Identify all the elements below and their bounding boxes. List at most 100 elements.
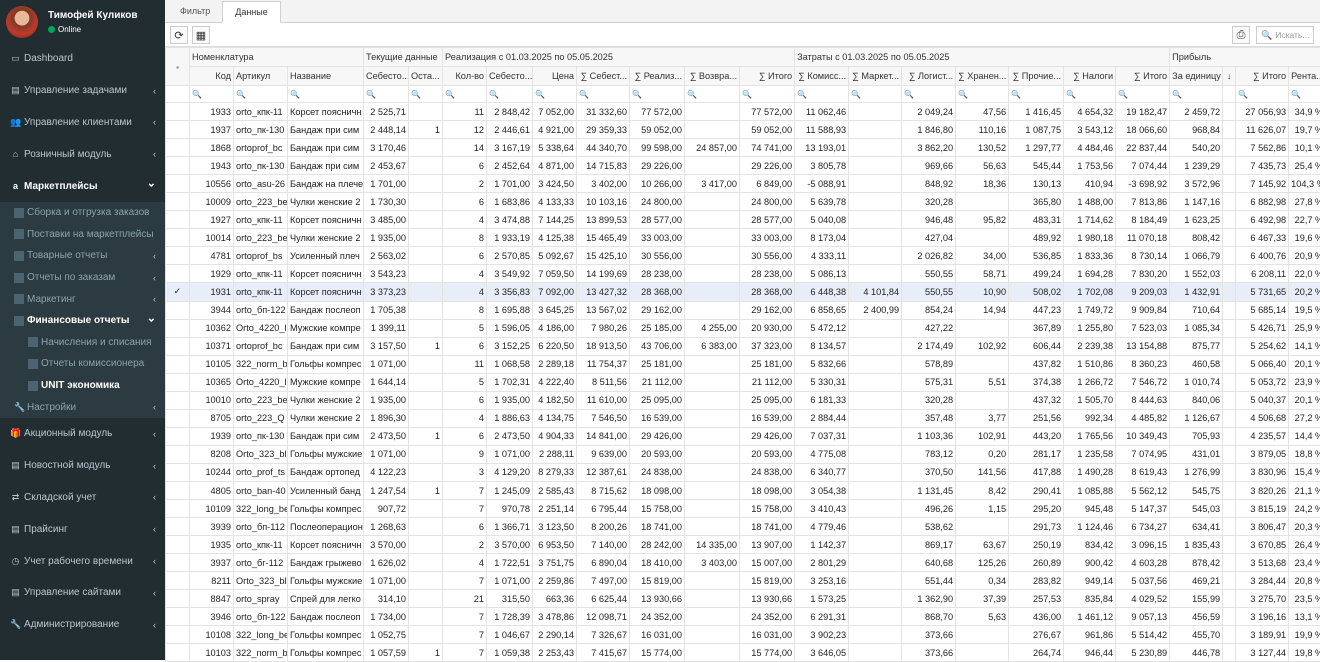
sidebar-item-управление-задачами[interactable]: ▤Управление задачами‹ xyxy=(0,75,165,107)
column-header[interactable]: Себесто... xyxy=(364,67,409,86)
column-filter[interactable]: 🔍 xyxy=(902,86,956,103)
row-checkbox[interactable] xyxy=(166,536,190,554)
table-row[interactable]: 10365Orto_4220_lМужские компре1 644,1451… xyxy=(166,373,1320,391)
row-checkbox[interactable] xyxy=(166,355,190,373)
row-checkbox[interactable] xyxy=(166,463,190,481)
sidebar-item-сборка-и-отгрузка-заказов[interactable]: Сборка и отгрузка заказов xyxy=(0,202,165,224)
table-row[interactable]: 1927orto_кпк-11Корсет поясничн3 485,0043… xyxy=(166,211,1320,229)
row-checkbox[interactable] xyxy=(166,139,190,157)
row-checkbox[interactable] xyxy=(166,626,190,644)
row-checkbox[interactable] xyxy=(166,391,190,409)
table-row[interactable]: 4781ortoprof_bsУсиленный плеч2 563,0262 … xyxy=(166,247,1320,265)
table-row[interactable]: 10556orto_asu-26Бандаж на плече1 701,002… xyxy=(166,175,1320,193)
table-row[interactable]: 1933orto_кпк-11Корсет поясничн2 525,7111… xyxy=(166,103,1320,121)
column-filter[interactable]: 🔍 xyxy=(740,86,795,103)
row-checkbox[interactable] xyxy=(166,572,190,590)
row-checkbox[interactable] xyxy=(166,229,190,247)
table-row[interactable]: 1929orto_кпк-11Корсет поясничн3 543,2343… xyxy=(166,265,1320,283)
table-row[interactable]: 10371ortoprof_bcБандаж при сим3 157,5016… xyxy=(166,337,1320,355)
column-filter[interactable]: 🔍 xyxy=(1064,86,1116,103)
row-checkbox[interactable] xyxy=(166,265,190,283)
table-row[interactable]: 1935orto_кпк-11Корсет поясничн3 570,0023… xyxy=(166,536,1320,554)
column-filter[interactable]: 🔍 xyxy=(1289,86,1320,103)
column-header[interactable]: ∑ Итого xyxy=(1236,67,1289,86)
row-checkbox[interactable] xyxy=(166,409,190,427)
table-row[interactable]: 10362Orto_4220_lМужские компре1 399,1151… xyxy=(166,319,1320,337)
sidebar-item-администрирование[interactable]: 🔧Администрирование‹ xyxy=(0,609,165,641)
row-checkbox[interactable] xyxy=(166,301,190,319)
table-row[interactable]: 8847orto_sprayСпрей для легко314,1021315… xyxy=(166,590,1320,608)
row-checkbox[interactable] xyxy=(166,373,190,391)
table-row[interactable]: 1943orto_пк-130Бандаж при сим2 453,6762 … xyxy=(166,157,1320,175)
table-row[interactable]: 3944orto_бп-122Бандаж послеоп1 705,3881 … xyxy=(166,301,1320,319)
column-filter[interactable]: 🔍 xyxy=(364,86,409,103)
column-filter[interactable]: 🔍 xyxy=(630,86,685,103)
table-row[interactable]: 10009orto_223_beЧулки женские 21 730,306… xyxy=(166,193,1320,211)
sidebar-item-unit-экономика[interactable]: UNIT экономика xyxy=(0,375,165,397)
tab-filter[interactable]: Фильтр xyxy=(168,0,222,22)
column-filter[interactable]: 🔍 xyxy=(288,86,364,103)
sidebar-item-настройки[interactable]: 🔧Настройки‹ xyxy=(0,396,165,418)
column-filter[interactable]: 🔍 xyxy=(577,86,630,103)
column-header[interactable]: ∑ Себест... xyxy=(577,67,630,86)
column-header[interactable]: Оста... xyxy=(409,67,443,86)
column-filter[interactable]: 🔍 xyxy=(685,86,740,103)
table-row[interactable]: 10108322_long_beГольфы компрес1 052,7571… xyxy=(166,626,1320,644)
column-filter[interactable]: 🔍 xyxy=(1116,86,1170,103)
row-checkbox[interactable] xyxy=(166,554,190,572)
columns-button[interactable]: ▦ xyxy=(192,26,210,44)
table-row[interactable]: 10014orto_223_beЧулки женские 21 935,008… xyxy=(166,229,1320,247)
row-checkbox[interactable] xyxy=(166,193,190,211)
refresh-button[interactable]: ⟳ xyxy=(170,26,188,44)
row-checkbox[interactable] xyxy=(166,157,190,175)
select-all-icon[interactable]: ▪ xyxy=(176,63,179,72)
column-filter[interactable]: 🔍 xyxy=(956,86,1009,103)
column-header[interactable]: ∑ Хранен... xyxy=(956,67,1009,86)
column-filter[interactable]: 🔍 xyxy=(409,86,443,103)
sidebar-item-новостной-модуль[interactable]: ▤Новостной модуль‹ xyxy=(0,450,165,482)
sidebar-item-отчеты-комиссионера[interactable]: Отчеты комиссионера xyxy=(0,353,165,375)
row-checkbox[interactable] xyxy=(166,518,190,536)
table-row[interactable]: 10103322_norm_bГольфы компрес1 057,59171… xyxy=(166,644,1320,662)
column-filter[interactable] xyxy=(1223,86,1236,103)
sidebar-item-акционный-модуль[interactable]: 🎁Акционный модуль‹ xyxy=(0,418,165,450)
table-row[interactable]: 8208Orto_323_blГольфы мужские1 071,0091 … xyxy=(166,445,1320,463)
column-header[interactable]: Код xyxy=(190,67,234,86)
search-input[interactable]: 🔍Искать... xyxy=(1256,26,1314,44)
column-header[interactable]: ∑ Маркет... xyxy=(849,67,902,86)
column-header[interactable]: ∑ Налоги xyxy=(1064,67,1116,86)
column-filter[interactable]: 🔍 xyxy=(190,86,234,103)
sidebar-item-начисления-и-списания[interactable]: Начисления и списания xyxy=(0,332,165,354)
row-checkbox[interactable] xyxy=(166,175,190,193)
row-checkbox[interactable] xyxy=(166,337,190,355)
row-checkbox[interactable] xyxy=(166,445,190,463)
column-header[interactable]: ∑ Итого xyxy=(740,67,795,86)
column-filter[interactable]: 🔍 xyxy=(849,86,902,103)
row-checkbox[interactable] xyxy=(166,608,190,626)
column-filter[interactable]: 🔍 xyxy=(1170,86,1223,103)
column-header[interactable]: За единицу xyxy=(1170,67,1223,86)
table-row[interactable]: 1937orto_пк-130Бандаж при сим2 448,14112… xyxy=(166,121,1320,139)
table-row[interactable]: 3946orto_бп-122Бандаж послеоп1 734,0071 … xyxy=(166,608,1320,626)
row-checkbox[interactable] xyxy=(166,247,190,265)
column-header[interactable]: Рента... xyxy=(1289,67,1320,86)
sidebar-item-управление-сайтами[interactable]: ▤Управление сайтами‹ xyxy=(0,577,165,609)
sidebar-item-финансовые-отчеты[interactable]: Финансовые отчеты⌄ xyxy=(0,310,165,332)
column-header[interactable]: Артикул xyxy=(234,67,288,86)
table-row[interactable]: 1868ortoprof_bcБандаж при сим3 170,46143… xyxy=(166,139,1320,157)
column-header[interactable]: ∑ Комисс... xyxy=(795,67,849,86)
tab-data[interactable]: Данные xyxy=(222,1,281,23)
row-checkbox[interactable] xyxy=(166,103,190,121)
sidebar-item-товарные-отчеты[interactable]: Товарные отчеты‹ xyxy=(0,245,165,267)
column-header[interactable]: Кол-во xyxy=(443,67,487,86)
sort-desc-icon[interactable]: ↓ xyxy=(1223,67,1236,86)
table-row[interactable]: 8705orto_223_QЧулки женские 21 896,3041 … xyxy=(166,409,1320,427)
table-row[interactable]: 4805orto_ban-40Усиленный банд1 247,54171… xyxy=(166,481,1320,499)
export-button[interactable]: ⎙ xyxy=(1232,26,1250,44)
row-checkbox[interactable] xyxy=(166,644,190,662)
sidebar-item-отчеты-по-заказам[interactable]: Отчеты по заказам‹ xyxy=(0,267,165,289)
table-row[interactable]: ✓1931orto_кпк-11Корсет поясничн3 373,234… xyxy=(166,283,1320,301)
column-filter[interactable]: 🔍 xyxy=(795,86,849,103)
table-row[interactable]: 3937orto_бг-112Бандаж грыжево1 626,0241 … xyxy=(166,554,1320,572)
column-filter[interactable]: 🔍 xyxy=(443,86,487,103)
